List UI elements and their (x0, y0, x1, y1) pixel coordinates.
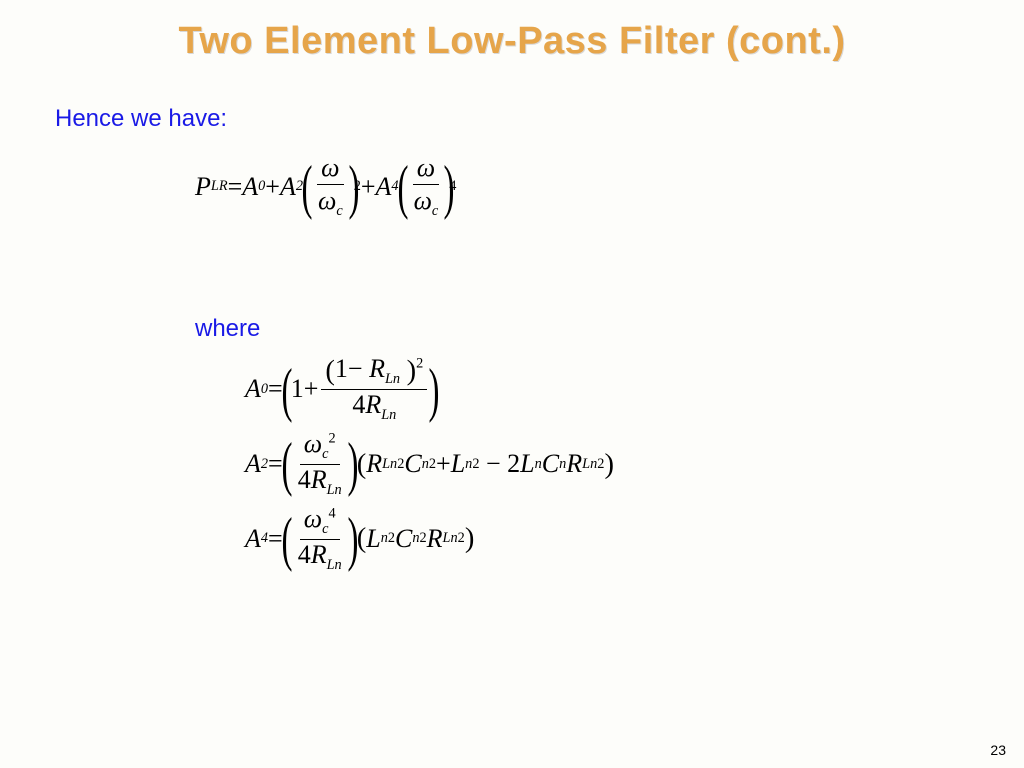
intro-text: Hence we have: (55, 105, 1024, 133)
equation-a4: A4 = ( ωc4 4RLn ) ( Ln2 Cn2 RLn2 ) (245, 505, 1024, 574)
page-number: 23 (990, 742, 1006, 758)
equation-a2: A2 = ( ωc2 4RLn ) ( RLn2 Cn2 + Ln2 − 2 L… (245, 430, 1024, 499)
slide-title: Two Element Low-Pass Filter (cont.) (0, 0, 1024, 63)
equation-plr: PLR = A0 + A2 ( ω ωc )2 + A4 ( ω ωc )4 (195, 153, 1024, 220)
where-label: where (195, 315, 1024, 343)
equation-coefficients: A0 = ( 1+ (1− RLn )2 4RLn ) A2 = ( ωc2 4… (245, 355, 1024, 573)
equation-a0: A0 = ( 1+ (1− RLn )2 4RLn ) (245, 355, 1024, 424)
